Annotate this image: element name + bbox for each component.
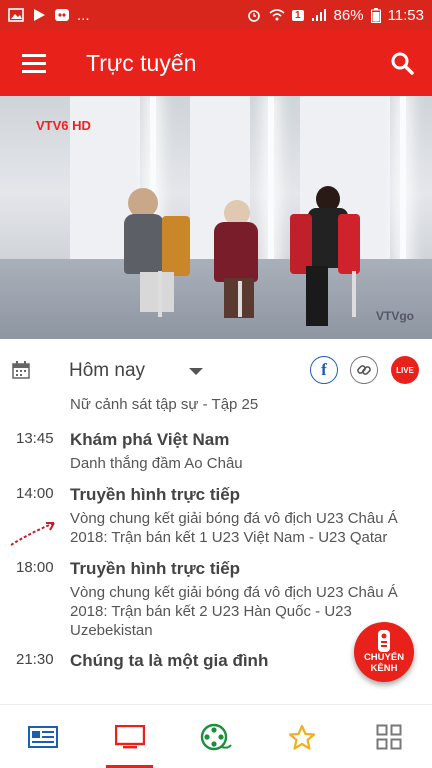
copy-link-button[interactable] (350, 356, 378, 384)
garment (290, 214, 312, 274)
list-item-partial: Nữ cảnh sát tập sự - Tập 25 (70, 398, 259, 413)
live-badge: LIVE (396, 365, 414, 375)
live-button[interactable]: LIVE (391, 356, 419, 384)
fab-label-line1: CHUYỂN (363, 652, 405, 663)
star-icon (289, 724, 316, 750)
status-bar: ... 1 86% 11:53 (0, 0, 432, 30)
page-title: Trực tuyến (86, 49, 197, 76)
program-time: 14:00 (16, 485, 54, 502)
bottom-navigation (0, 704, 432, 768)
remote-control-icon (378, 630, 390, 652)
garment (162, 216, 190, 276)
facebook-share-button[interactable]: f (310, 356, 338, 384)
battery-percent: 86% (333, 6, 364, 24)
program-description: Vòng chung kết giải bóng đá vô địch U23 … (70, 584, 398, 639)
presenter-legs (306, 266, 328, 326)
tab-live-tv[interactable] (86, 705, 172, 768)
program-time: 13:45 (16, 430, 54, 447)
presenter-body (214, 222, 258, 282)
annotation-arrow-icon (10, 522, 55, 546)
date-dropdown[interactable]: Hôm nay (69, 360, 204, 382)
program-title: Khám phá Việt Nam (70, 430, 230, 449)
program-description: Vòng chung kết giải bóng đá vô địch U23 … (70, 510, 398, 546)
program-description: Danh thắng đầm Ao Châu (70, 455, 243, 472)
program-title: Truyền hình trực tiếp (70, 485, 241, 504)
calendar-icon (12, 361, 30, 379)
video-player[interactable]: VTV6 HD VTVgo (0, 96, 432, 339)
facebook-icon: f (321, 360, 327, 379)
fab-label-line2: KÊNH (370, 663, 398, 674)
alarm-icon (248, 10, 260, 22)
garment (338, 214, 360, 274)
tab-more[interactable] (346, 705, 432, 768)
sim-badge: 1 (291, 9, 304, 21)
studio-light (268, 96, 274, 279)
search-button[interactable] (372, 30, 432, 96)
grid-icon (376, 724, 402, 749)
more-notifications-text: ... (77, 6, 90, 24)
app-bar: Trực tuyến (0, 30, 432, 96)
search-icon (391, 52, 414, 75)
stool (352, 271, 356, 317)
gallery-icon (8, 8, 24, 22)
program-time: 18:00 (16, 559, 54, 576)
battery-icon (370, 7, 381, 23)
program-time: 21:30 (16, 651, 54, 668)
presenter-body (124, 214, 164, 274)
clock: 11:53 (387, 6, 424, 24)
news-icon (28, 725, 59, 748)
app-notification-icon (55, 9, 69, 21)
date-row: Hôm nay f LIVE (0, 339, 432, 401)
date-dropdown-value: Hôm nay (69, 360, 146, 381)
hamburger-icon (22, 54, 46, 73)
stool (158, 271, 162, 317)
switch-channel-button[interactable]: CHUYỂN KÊNH (354, 622, 414, 682)
program-title: Chúng ta là một gia đình (70, 651, 269, 670)
watermark-logo: VTVgo (376, 309, 414, 323)
signal-icon (311, 9, 326, 21)
tab-news[interactable] (0, 705, 86, 768)
program-title: Truyền hình trực tiếp (70, 559, 241, 578)
film-reel-icon (200, 723, 232, 750)
presenter-legs (140, 272, 174, 312)
tab-video[interactable] (173, 705, 259, 768)
menu-button[interactable] (0, 30, 68, 96)
tab-favorites[interactable] (259, 705, 345, 768)
link-icon (357, 365, 371, 375)
channel-logo: VTV6 HD (36, 118, 91, 133)
tv-icon (114, 724, 145, 748)
stool (238, 281, 242, 317)
chevron-down-icon (189, 367, 204, 375)
play-store-icon (34, 9, 45, 21)
wifi-icon (269, 9, 285, 21)
studio-light (400, 96, 406, 279)
